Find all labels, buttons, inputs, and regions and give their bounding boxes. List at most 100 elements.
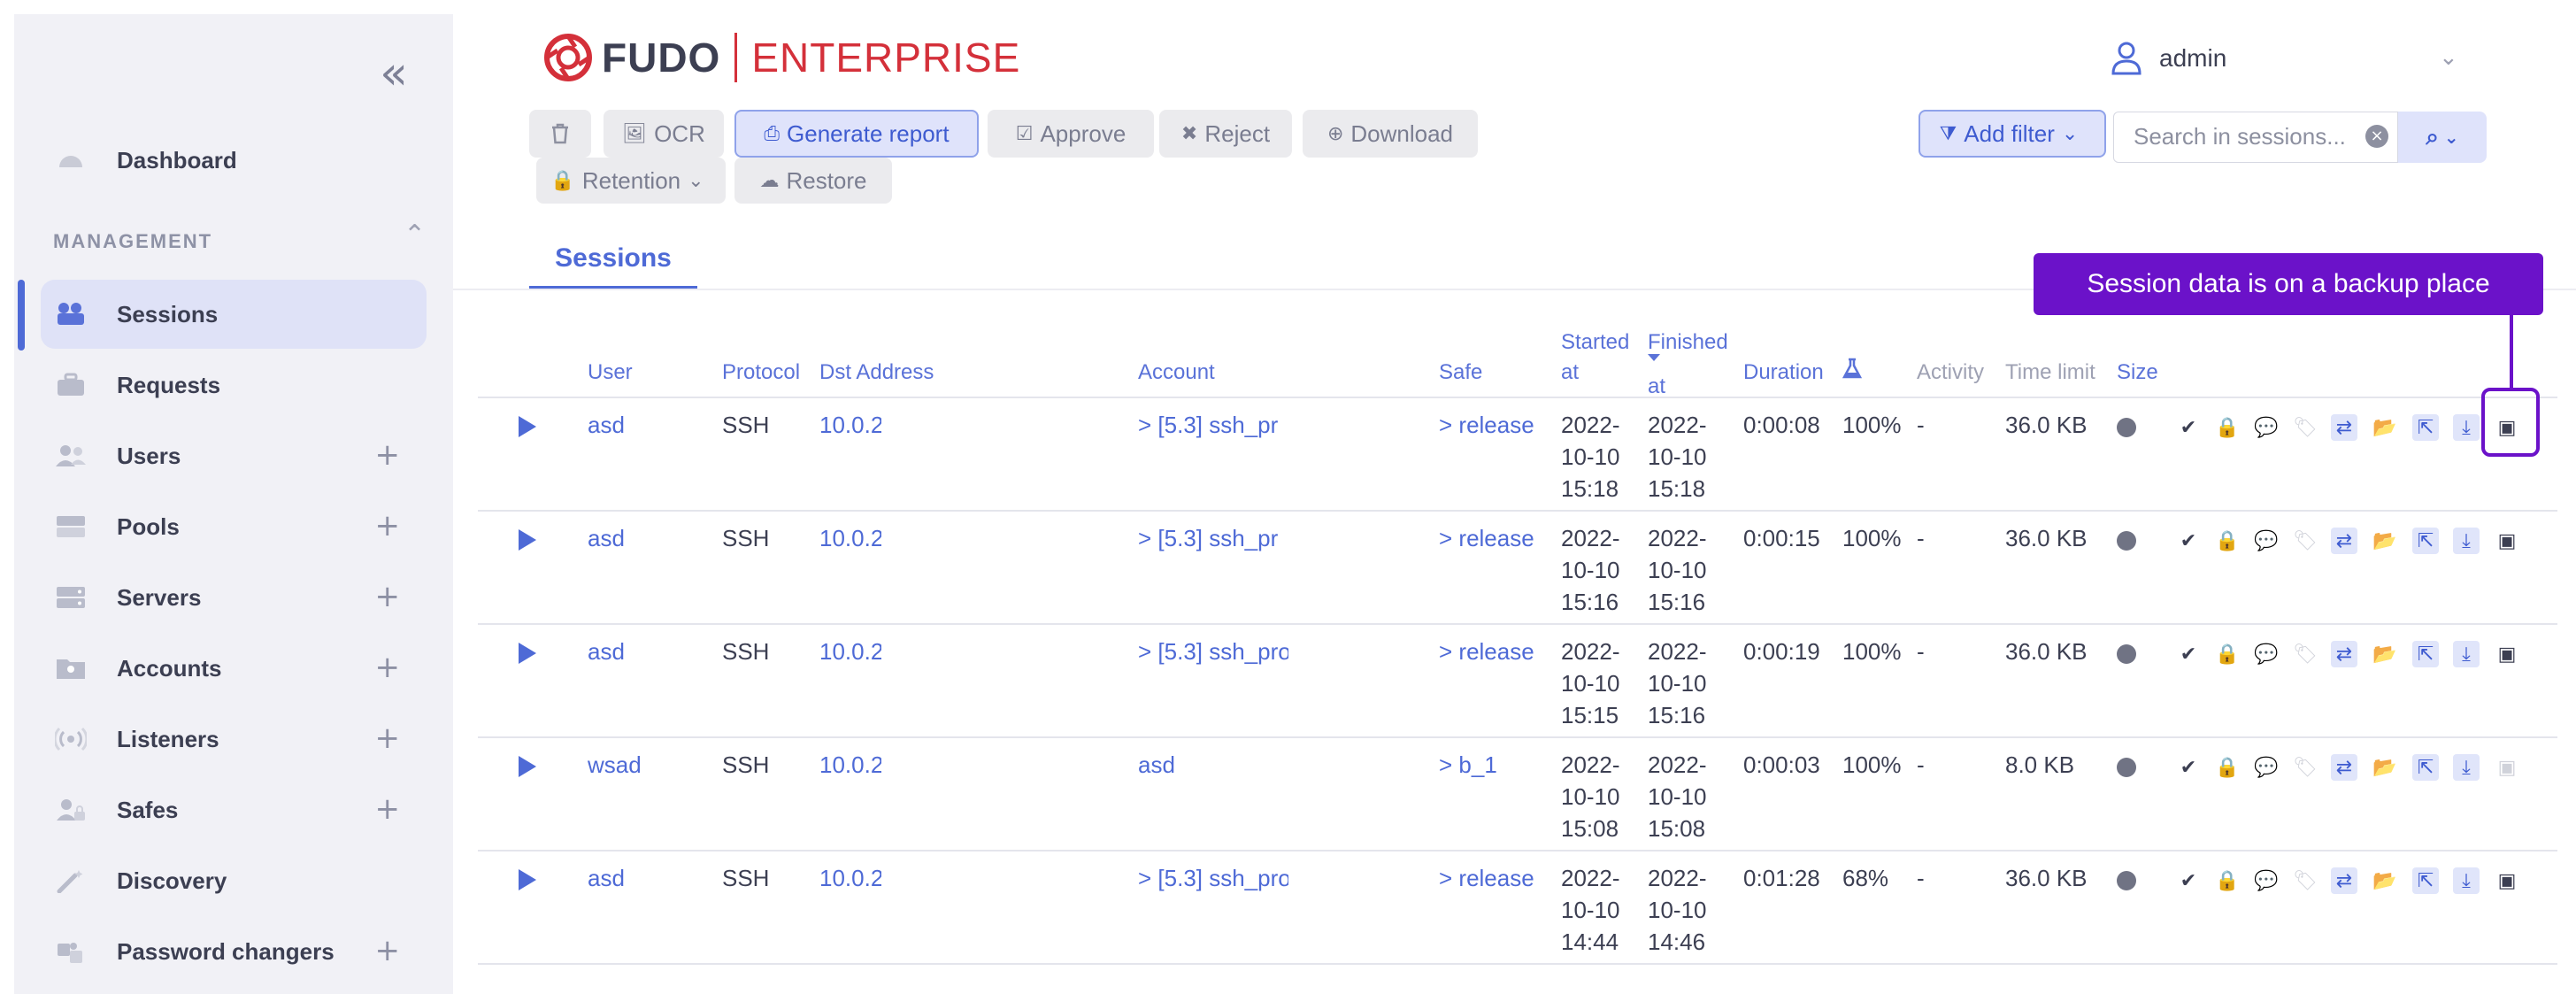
cell-safe[interactable]: > release	[1439, 409, 1534, 441]
download-icon[interactable]: ⤓	[2453, 528, 2480, 554]
cell-safe[interactable]: > release	[1439, 636, 1534, 667]
fudo-logo[interactable]: FUDO ENTERPRISE	[543, 30, 1020, 85]
sidebar-item-safes[interactable]: Safes +	[41, 775, 427, 844]
table-row[interactable]: asd SSH 10.0.2 > [5.3] ssh_pro > release 2022…	[478, 851, 2557, 965]
play-icon[interactable]	[519, 643, 536, 664]
retention-button[interactable]: 🔒 Retention ⌄	[536, 158, 726, 204]
archive-icon[interactable]: ▣	[2494, 867, 2520, 894]
cell-safe[interactable]: > b_1	[1439, 749, 1497, 781]
delete-button[interactable]	[529, 110, 591, 158]
restore-button[interactable]: ☁ Restore	[734, 158, 892, 204]
generate-report-button[interactable]: ⎙ Generate report	[734, 110, 979, 158]
column-header-user[interactable]: User	[588, 358, 633, 388]
cell-dst-address[interactable]: 10.0.2	[819, 409, 881, 441]
play-icon[interactable]	[519, 756, 536, 777]
folder-open-icon[interactable]: 📂	[2372, 414, 2398, 441]
column-header-safe[interactable]: Safe	[1439, 358, 1482, 388]
expand-plus-icon[interactable]: +	[375, 791, 401, 827]
column-header-started-at[interactable]: Started at	[1561, 327, 1629, 388]
share-icon[interactable]: ⇱	[2412, 528, 2439, 554]
sidebar-item-accounts[interactable]: Accounts +	[41, 634, 427, 703]
check-icon[interactable]: ✔	[2175, 867, 2202, 894]
sidebar-item-sessions[interactable]: Sessions	[41, 280, 427, 349]
folder-open-icon[interactable]: 📂	[2372, 641, 2398, 667]
search-button[interactable]: ⌕ ⌄	[2398, 112, 2487, 163]
column-header-protocol[interactable]: Protocol	[722, 358, 800, 388]
expand-plus-icon[interactable]: +	[375, 650, 401, 685]
exchange-icon[interactable]: ⇄	[2331, 867, 2357, 894]
download-icon[interactable]: ⤓	[2453, 641, 2480, 667]
clear-icon[interactable]: ×	[2365, 125, 2388, 148]
archive-icon[interactable]: ▣	[2494, 641, 2520, 667]
cell-safe[interactable]: > release	[1439, 862, 1534, 894]
expand-plus-icon[interactable]: +	[375, 579, 401, 614]
sidebar-item-password-changers[interactable]: Password changers +	[41, 917, 427, 986]
reject-button[interactable]: ✖ Reject	[1159, 110, 1292, 158]
search-input[interactable]	[2114, 112, 2344, 160]
exchange-icon[interactable]: ⇄	[2331, 754, 2357, 781]
expand-plus-icon[interactable]: +	[375, 720, 401, 756]
share-icon[interactable]: ⇱	[2412, 414, 2439, 441]
cell-user[interactable]: asd	[588, 636, 625, 667]
table-row[interactable]: asd SSH 10.0.2 > [5.3] ssh_pr > release 2022-…	[478, 512, 2557, 625]
play-icon[interactable]	[519, 869, 536, 890]
check-icon[interactable]: ✔	[2175, 754, 2202, 781]
exchange-icon[interactable]: ⇄	[2331, 414, 2357, 441]
cell-dst-address[interactable]: 10.0.2	[819, 749, 881, 781]
exchange-icon[interactable]: ⇄	[2331, 528, 2357, 554]
cell-user[interactable]: asd	[588, 522, 625, 554]
sidebar-item-servers[interactable]: Servers +	[41, 563, 427, 632]
share-icon[interactable]: ⇱	[2412, 641, 2439, 667]
table-row[interactable]: wsad SSH 10.0.2 asd > b_1 2022- 10-10 15:08 2022…	[478, 738, 2557, 851]
check-icon[interactable]: ✔	[2175, 414, 2202, 441]
cell-user[interactable]: asd	[588, 409, 625, 441]
cell-user[interactable]: asd	[588, 862, 625, 894]
cell-dst-address[interactable]: 10.0.2	[819, 862, 881, 894]
cell-account[interactable]: > [5.3] ssh_pro	[1138, 636, 1288, 667]
double-chevron-left-icon[interactable]: «	[372, 50, 416, 97]
column-header-duration[interactable]: Duration	[1743, 358, 1824, 388]
add-filter-button[interactable]: ⧩ Add filter ⌄	[1919, 110, 2106, 158]
folder-open-icon[interactable]: 📂	[2372, 528, 2398, 554]
chevron-up-icon[interactable]: ⌃	[404, 220, 426, 250]
cell-safe[interactable]: > release	[1439, 522, 1534, 554]
cell-account[interactable]: asd	[1138, 749, 1288, 781]
download-icon[interactable]: ⤓	[2453, 867, 2480, 894]
column-header-size[interactable]: Size	[2117, 358, 2158, 388]
tab-sessions[interactable]: Sessions	[529, 239, 697, 289]
cell-account[interactable]: > [5.3] ssh_pro	[1138, 862, 1288, 894]
table-row[interactable]: asd SSH 10.0.2 > [5.3] ssh_pro > release 2022…	[478, 625, 2557, 738]
flask-icon[interactable]	[1842, 358, 1863, 388]
cell-user[interactable]: wsad	[588, 749, 642, 781]
cell-account[interactable]: > [5.3] ssh_pr	[1138, 522, 1288, 554]
column-header-finished-at[interactable]: Finished at	[1648, 327, 1728, 402]
sidebar-item-requests[interactable]: Requests	[41, 351, 427, 420]
sidebar-item-users[interactable]: Users +	[41, 421, 427, 490]
cell-account[interactable]: > [5.3] ssh_pr	[1138, 409, 1288, 441]
expand-plus-icon[interactable]: +	[375, 933, 401, 968]
sidebar-item-listeners[interactable]: Listeners +	[41, 705, 427, 774]
archive-icon[interactable]: ▣	[2494, 528, 2520, 554]
download-icon[interactable]: ⤓	[2453, 414, 2480, 441]
download-icon[interactable]: ⤓	[2453, 754, 2480, 781]
sidebar-item-pools[interactable]: Pools +	[41, 492, 427, 561]
cell-dst-address[interactable]: 10.0.2	[819, 636, 881, 667]
play-icon[interactable]	[519, 529, 536, 551]
approve-button[interactable]: ☑ Approve	[988, 110, 1154, 158]
check-icon[interactable]: ✔	[2175, 641, 2202, 667]
ocr-button[interactable]: 🖼 OCR	[604, 110, 724, 158]
download-button[interactable]: ⊕ Download	[1303, 110, 1478, 158]
column-header-account[interactable]: Account	[1138, 358, 1215, 388]
cell-dst-address[interactable]: 10.0.2	[819, 522, 881, 554]
folder-open-icon[interactable]: 📂	[2372, 754, 2398, 781]
exchange-icon[interactable]: ⇄	[2331, 641, 2357, 667]
expand-plus-icon[interactable]: +	[375, 508, 401, 543]
sidebar-item-discovery[interactable]: Discovery	[41, 846, 427, 915]
check-icon[interactable]: ✔	[2175, 528, 2202, 554]
folder-open-icon[interactable]: 📂	[2372, 867, 2398, 894]
expand-plus-icon[interactable]: +	[375, 437, 401, 473]
user-menu[interactable]: admin	[2111, 41, 2226, 76]
column-header-dst-address[interactable]: Dst Address	[819, 358, 934, 388]
table-row[interactable]: asd SSH 10.0.2 > [5.3] ssh_pr > release 2022-…	[478, 398, 2557, 512]
share-icon[interactable]: ⇱	[2412, 754, 2439, 781]
